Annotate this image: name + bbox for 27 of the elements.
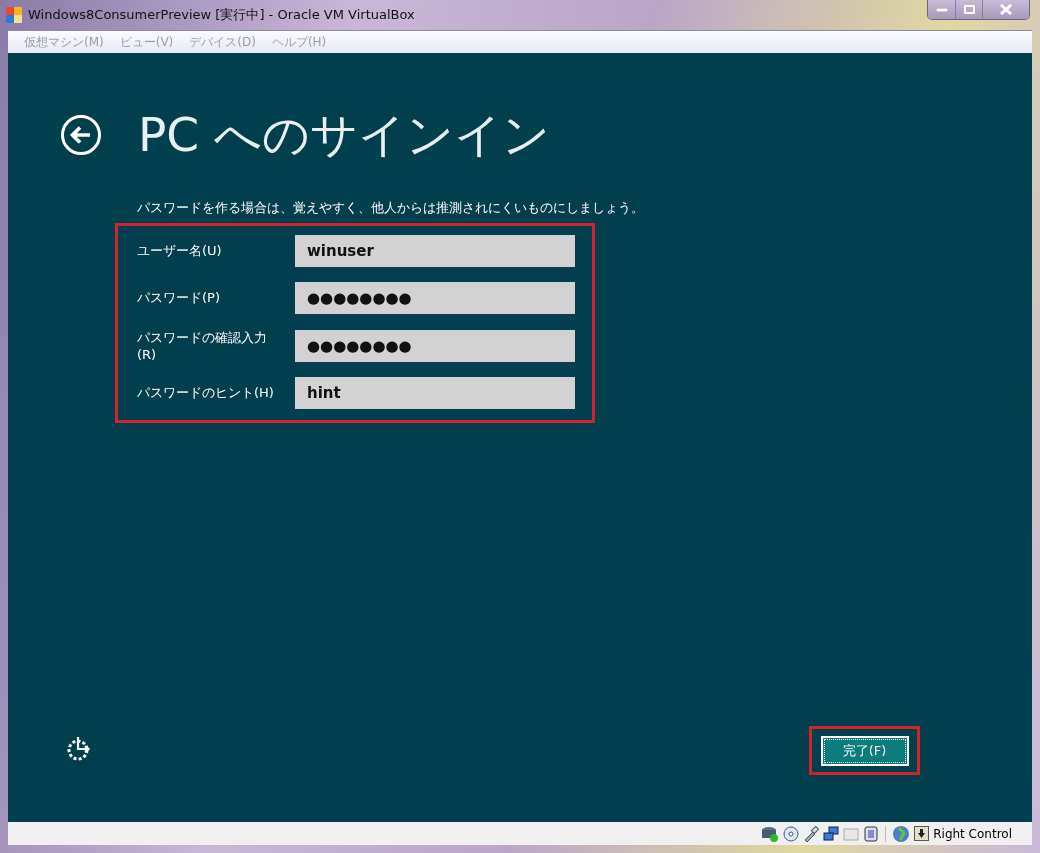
globe-icon[interactable] (892, 824, 911, 843)
minimize-icon (935, 7, 948, 12)
input-field[interactable]: ●●●●●●●● (295, 282, 575, 314)
field-label: パスワード(P) (137, 289, 221, 307)
app-icon (6, 7, 22, 23)
window-title: Windows8ConsumerPreview [実行中] - Oracle VM VirtualBox (28, 6, 415, 24)
input-field[interactable]: winuser (295, 235, 575, 267)
field-label: ユーザー名(U) (137, 242, 223, 260)
optical-disc-icon[interactable] (783, 825, 800, 842)
instruction-text: パスワードを作る場合は、覚えやすく、他人からは推測されにくいものにしましょう。 (137, 200, 645, 217)
input-field[interactable]: ●●●●●●●● (295, 329, 575, 362)
chip-icon[interactable] (863, 825, 880, 842)
page-heading: PC へのサインイン (138, 105, 551, 164)
host-key-label: Right Control (933, 826, 1012, 841)
field-label: パスワードのヒント(H) (137, 384, 275, 402)
close-icon (1000, 4, 1012, 15)
field-label: パスワードの確認入力(R) (137, 329, 268, 362)
ease-of-access-icon[interactable] (66, 736, 92, 762)
maximize-icon (963, 5, 975, 14)
close-button[interactable] (982, 0, 1029, 19)
usb-plug-icon[interactable] (803, 825, 820, 842)
hard-disk-icon[interactable] (761, 825, 780, 842)
finish-button[interactable]: 完了(F) (820, 735, 909, 766)
input-field[interactable]: hint (295, 377, 575, 409)
network-icon[interactable] (823, 825, 840, 842)
maximize-button[interactable] (955, 0, 982, 19)
minimize-button[interactable] (928, 0, 955, 19)
